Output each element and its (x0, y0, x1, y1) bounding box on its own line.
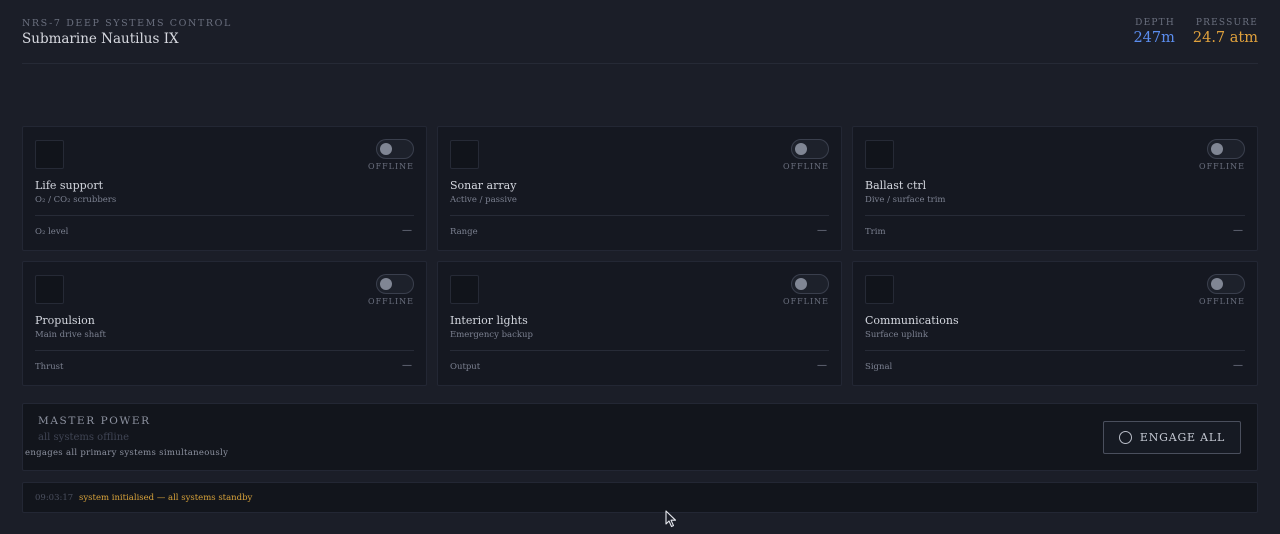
system-desc: Surface uplink (865, 330, 929, 340)
toggle-knob (1211, 143, 1223, 155)
metric-label: Trim (865, 227, 886, 237)
interior-lights-toggle[interactable] (791, 274, 829, 294)
master-power-desc: engages all primary systems simultaneous… (25, 448, 229, 458)
system-card-interior-lights: OFFLINE Interior lights Emergency backup… (437, 261, 842, 386)
toggle-knob (380, 278, 392, 290)
system-desc: Main drive shaft (35, 330, 106, 340)
system-card-ballast-ctrl: OFFLINE Ballast ctrl Dive / surface trim… (852, 126, 1258, 251)
readouts: DEPTH 247m PRESSURE 24.7 atm (1133, 18, 1258, 46)
metric-value: — (817, 225, 827, 236)
log-timestamp: 09:03:17 (35, 493, 74, 503)
propulsion-toggle[interactable] (376, 274, 414, 294)
metric-label: Thrust (35, 362, 64, 372)
ballast-ctrl-toggle[interactable] (1207, 139, 1245, 159)
metric-value: — (1233, 360, 1243, 371)
status-badge: OFFLINE (1199, 162, 1245, 171)
system-name: Life support (35, 179, 104, 192)
event-log: 09:03:17 system initialised — all system… (22, 482, 1258, 513)
page-subtitle: NRS-7 DEEP SYSTEMS CONTROL (22, 18, 232, 29)
sonar-array-toggle[interactable] (791, 139, 829, 159)
system-card-communications: OFFLINE Communications Surface uplink Si… (852, 261, 1258, 386)
status-badge: OFFLINE (783, 297, 829, 306)
systems-grid: OFFLINE Life support O₂ / CO₂ scrubbers … (22, 126, 1258, 386)
system-icon (35, 140, 64, 169)
system-icon (865, 275, 894, 304)
pressure-readout: PRESSURE 24.7 atm (1193, 18, 1258, 46)
life-support-toggle[interactable] (376, 139, 414, 159)
system-icon (450, 140, 479, 169)
status-badge: OFFLINE (368, 297, 414, 306)
control-page: NRS-7 DEEP SYSTEMS CONTROL Submarine Nau… (0, 0, 1280, 534)
status-badge: OFFLINE (368, 162, 414, 171)
page-title: Submarine Nautilus IX (22, 31, 179, 47)
status-badge: OFFLINE (783, 162, 829, 171)
system-name: Propulsion (35, 314, 95, 327)
system-desc: Active / passive (450, 195, 517, 205)
divider (35, 350, 414, 351)
system-icon (865, 140, 894, 169)
depth-value: 247m (1133, 30, 1175, 46)
metric-label: O₂ level (35, 227, 69, 237)
system-desc: Dive / surface trim (865, 195, 946, 205)
engage-all-button[interactable]: ENGAGE ALL (1103, 421, 1241, 454)
master-power-title: MASTER POWER (38, 415, 151, 427)
toggle-knob (1211, 278, 1223, 290)
toggle-knob (795, 143, 807, 155)
metric-label: Signal (865, 362, 893, 372)
system-name: Communications (865, 314, 959, 327)
divider (865, 350, 1245, 351)
system-desc: O₂ / CO₂ scrubbers (35, 195, 117, 205)
divider (35, 215, 414, 216)
metric-value: — (402, 360, 412, 371)
divider (450, 350, 829, 351)
metric-label: Range (450, 227, 478, 237)
communications-toggle[interactable] (1207, 274, 1245, 294)
system-icon (35, 275, 64, 304)
metric-label: Output (450, 362, 481, 372)
system-card-propulsion: OFFLINE Propulsion Main drive shaft Thru… (22, 261, 427, 386)
power-ring-icon (1118, 431, 1132, 444)
divider (865, 215, 1245, 216)
system-card-sonar-array: OFFLINE Sonar array Active / passive Ran… (437, 126, 842, 251)
divider (450, 215, 829, 216)
master-power-panel: MASTER POWER all systems offline engages… (22, 403, 1258, 471)
system-name: Ballast ctrl (865, 179, 927, 192)
pressure-value: 24.7 atm (1192, 30, 1258, 46)
log-message: system initialised — all systems standby (79, 493, 253, 503)
system-name: Sonar array (450, 179, 517, 192)
system-desc: Emergency backup (450, 330, 533, 340)
header: NRS-7 DEEP SYSTEMS CONTROL Submarine Nau… (22, 18, 1258, 64)
metric-value: — (1233, 225, 1243, 236)
status-badge: OFFLINE (1199, 297, 1245, 306)
toggle-knob (380, 143, 392, 155)
engage-all-label: ENGAGE ALL (1139, 431, 1226, 444)
depth-label: DEPTH (1135, 18, 1175, 28)
metric-value: — (817, 360, 827, 371)
mouse-cursor-icon (665, 510, 677, 528)
master-power-state: all systems offline (38, 432, 130, 443)
system-card-life-support: OFFLINE Life support O₂ / CO₂ scrubbers … (22, 126, 427, 251)
metric-value: — (402, 225, 412, 236)
system-name: Interior lights (450, 314, 528, 327)
pressure-label: PRESSURE (1195, 18, 1258, 28)
system-icon (450, 275, 479, 304)
toggle-knob (795, 278, 807, 290)
depth-readout: DEPTH 247m (1133, 18, 1174, 46)
